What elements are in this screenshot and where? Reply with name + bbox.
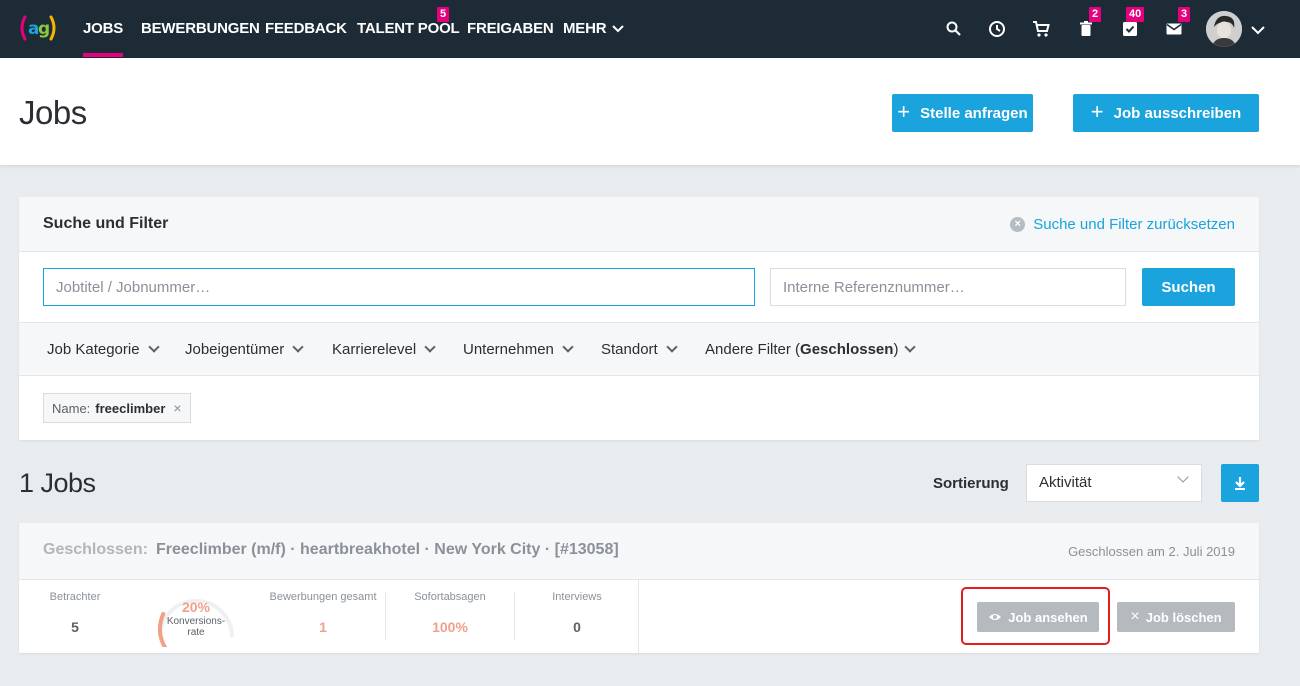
stat-applications-label: Bewerbungen gesamt bbox=[269, 591, 377, 603]
chevron-down-icon bbox=[424, 341, 436, 353]
conversion-label-line1: Konversions- bbox=[166, 616, 226, 627]
job-owner-dropdown[interactable]: Jobeigentümer bbox=[185, 341, 304, 358]
company-label: Unternehmen bbox=[463, 341, 554, 358]
annotation-highlight-box bbox=[961, 587, 1110, 645]
search-button[interactable]: Suchen bbox=[1142, 268, 1235, 306]
plus-icon: + bbox=[1090, 99, 1104, 124]
delete-job-label: Job löschen bbox=[1145, 609, 1222, 625]
chevron-down-icon bbox=[147, 341, 160, 353]
stat-viewers: Betrachter 5 bbox=[39, 591, 111, 635]
filter-title: Suche und Filter bbox=[43, 215, 169, 232]
download-icon bbox=[1235, 477, 1245, 490]
request-position-button[interactable]: + Stelle anfragen bbox=[892, 94, 1033, 132]
job-status: Geschlossen: bbox=[43, 541, 148, 558]
stat-interviews-value: 0 bbox=[573, 619, 581, 635]
stat-applications-value: 1 bbox=[319, 619, 327, 635]
chevron-down-icon bbox=[904, 341, 917, 353]
nav-feedback[interactable]: FEEDBACK bbox=[265, 0, 347, 58]
job-closed-date: Geschlossen am 2. Juli 2019 bbox=[1068, 544, 1235, 559]
stat-applications: Bewerbungen gesamt 1 bbox=[266, 591, 380, 635]
conversion-gauge: 20% Konversions- rate bbox=[152, 589, 240, 647]
account-chevron-down-icon[interactable] bbox=[1246, 17, 1270, 41]
nav-mehr-label: MEHR bbox=[563, 20, 607, 37]
chevron-down-icon bbox=[666, 341, 678, 353]
reset-filters-label: Suche und Filter zurücksetzen bbox=[1033, 216, 1235, 233]
stat-instant-rejections: Sofortabsagen 100% bbox=[399, 591, 501, 635]
conversion-value: 20% bbox=[181, 599, 211, 615]
tag-value: freeclimber bbox=[95, 400, 166, 416]
cart-icon[interactable] bbox=[1029, 17, 1053, 41]
avatar[interactable] bbox=[1206, 11, 1242, 47]
request-position-label: Stelle anfragen bbox=[920, 104, 1028, 122]
tasks-badge: 40 bbox=[1126, 7, 1145, 22]
sort-select-value: Aktivität bbox=[1039, 474, 1092, 491]
career-level-label: Karrierelevel bbox=[332, 341, 417, 358]
stat-interviews: Interviews 0 bbox=[527, 591, 627, 635]
filter-dropdown-row: Job Kategorie Jobeigentümer Karriereleve… bbox=[19, 322, 1259, 376]
nav-mehr[interactable]: MEHR bbox=[563, 0, 625, 58]
chevron-down-icon bbox=[1177, 471, 1189, 483]
other-filters-suffix: ) bbox=[893, 341, 899, 358]
post-job-button[interactable]: + Job ausschreiben bbox=[1073, 94, 1259, 132]
company-dropdown[interactable]: Unternehmen bbox=[463, 341, 574, 358]
results-count: 1 Jobs bbox=[19, 468, 96, 498]
career-level-dropdown[interactable]: Karrierelevel bbox=[332, 341, 436, 358]
talent-pool-badge: 5 bbox=[437, 7, 450, 22]
close-icon: × bbox=[1130, 608, 1140, 625]
clock-icon[interactable] bbox=[985, 17, 1009, 41]
filter-header: Suche und Filter × Suche und Filter zurü… bbox=[19, 197, 1259, 252]
sort-label: Sortierung bbox=[933, 475, 1009, 492]
nav-jobs[interactable]: JOBS bbox=[83, 0, 123, 58]
top-navigation: a g JOBS BEWERBUNGEN FEEDBACK TALENT POO… bbox=[0, 0, 1300, 58]
search-filter-card: Suche und Filter × Suche und Filter zurü… bbox=[19, 197, 1259, 440]
stat-interviews-label: Interviews bbox=[552, 591, 602, 603]
location-dropdown[interactable]: Standort bbox=[601, 341, 678, 358]
delete-job-button[interactable]: × Job löschen bbox=[1117, 602, 1235, 632]
page-title: Jobs bbox=[19, 94, 87, 131]
conversion-label: Konversions- rate bbox=[152, 616, 240, 638]
chevron-down-icon bbox=[612, 25, 625, 33]
plus-icon: + bbox=[897, 99, 911, 124]
page-header: Jobs + Stelle anfragen + Job ausschreibe… bbox=[0, 58, 1300, 165]
other-filters-prefix: Andere Filter ( bbox=[705, 341, 801, 358]
job-title-link[interactable]: Freeclimber (m/f) · heartbreakhotel · Ne… bbox=[156, 541, 619, 559]
job-owner-label: Jobeigentümer bbox=[185, 341, 285, 358]
stat-viewers-label: Betrachter bbox=[49, 591, 101, 603]
tag-key: Name: bbox=[52, 400, 91, 416]
nav-bewerbungen[interactable]: BEWERBUNGEN bbox=[141, 0, 260, 58]
close-circle-icon: × bbox=[1010, 217, 1026, 232]
chevron-down-icon bbox=[292, 341, 304, 353]
reference-number-input[interactable] bbox=[770, 268, 1126, 306]
remove-tag-icon[interactable]: × bbox=[173, 400, 181, 416]
job-category-dropdown[interactable]: Job Kategorie bbox=[47, 341, 160, 358]
mail-badge: 3 bbox=[1178, 7, 1191, 22]
stat-viewers-value: 5 bbox=[71, 619, 79, 635]
download-button[interactable] bbox=[1221, 464, 1259, 502]
chevron-down-icon bbox=[562, 341, 574, 353]
active-filter-tag: Name: freeclimber × bbox=[43, 393, 191, 423]
other-filters-value: Geschlossen bbox=[800, 341, 894, 358]
location-label: Standort bbox=[601, 341, 658, 358]
other-filters-dropdown[interactable]: Andere Filter (Geschlossen) bbox=[705, 341, 917, 358]
stat-divider bbox=[385, 592, 386, 640]
trash-badge: 2 bbox=[1089, 7, 1102, 22]
sort-select[interactable]: Aktivität bbox=[1026, 464, 1202, 502]
job-card-header: Geschlossen: Freeclimber (m/f) · heartbr… bbox=[19, 523, 1259, 580]
stat-instant-rejections-label: Sofortabsagen bbox=[414, 591, 486, 603]
svg-text:g: g bbox=[38, 19, 50, 39]
stat-instant-rejections-value: 100% bbox=[432, 619, 468, 635]
logo[interactable]: a g bbox=[18, 11, 60, 45]
stat-divider bbox=[638, 580, 639, 653]
conversion-label-line2: rate bbox=[187, 627, 205, 638]
nav-freigaben[interactable]: FREIGABEN bbox=[467, 0, 554, 58]
avatar-picture bbox=[1206, 11, 1242, 47]
post-job-label: Job ausschreiben bbox=[1113, 104, 1242, 122]
job-category-label: Job Kategorie bbox=[47, 341, 140, 358]
search-icon[interactable] bbox=[942, 17, 966, 41]
job-title-search-input[interactable] bbox=[43, 268, 755, 306]
stat-divider bbox=[514, 592, 515, 640]
reset-filters-link[interactable]: × Suche und Filter zurücksetzen bbox=[1010, 216, 1235, 233]
